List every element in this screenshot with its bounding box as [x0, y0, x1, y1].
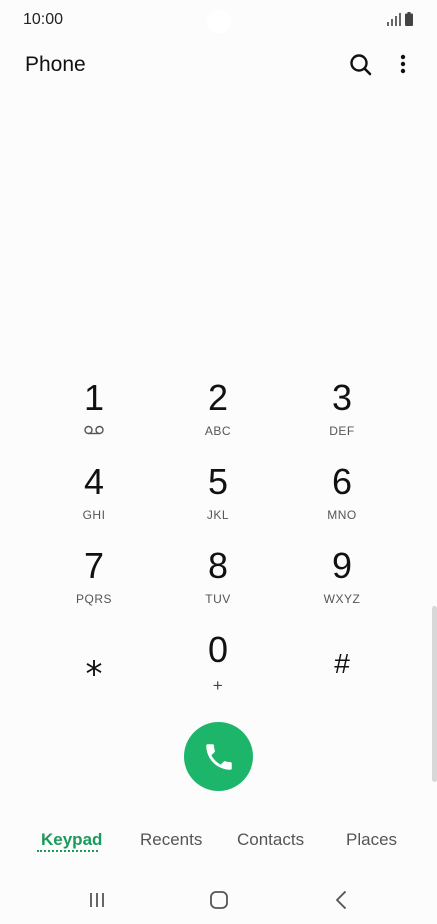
back-icon[interactable] [334, 890, 348, 915]
voicemail-icon [32, 424, 156, 438]
key-digit: 5 [207, 461, 229, 502]
key-letters: GHI [82, 508, 106, 522]
scrollbar[interactable] [432, 606, 437, 782]
key-6[interactable]: 6 MNO [280, 454, 404, 538]
battery-icon [405, 12, 413, 31]
key-0[interactable]: 0 + [156, 622, 280, 706]
status-time: 10:00 [23, 11, 64, 28]
key-digit: ⁎ [85, 645, 103, 683]
status-icons [387, 12, 413, 31]
page-title: Phone [25, 53, 86, 76]
key-letters: DEF [329, 424, 355, 438]
key-digit: 9 [331, 545, 353, 586]
key-digit: 2 [207, 377, 229, 418]
key-digit: # [334, 648, 350, 679]
key-letters: ABC [204, 424, 232, 438]
recent-apps-icon[interactable] [88, 891, 106, 914]
key-7[interactable]: 7 PQRS [32, 538, 156, 622]
key-digit: 1 [83, 377, 105, 418]
key-9[interactable]: 9 WXYZ [280, 538, 404, 622]
tab-active-indicator [37, 850, 98, 852]
status-bar: 10:00 [0, 0, 437, 40]
phone-icon [205, 743, 232, 770]
key-hash[interactable]: # [280, 622, 404, 706]
tab-recents[interactable]: Recents [140, 830, 202, 850]
search-button[interactable] [348, 52, 374, 78]
key-3[interactable]: 3 DEF [280, 370, 404, 454]
key-letters: WXYZ [323, 592, 361, 606]
key-letters: JKL [206, 508, 230, 522]
key-digit: 4 [83, 461, 105, 502]
key-digit: 3 [331, 377, 353, 418]
more-options-button[interactable] [392, 52, 414, 78]
key-letters: MNO [327, 508, 357, 522]
key-digit: 8 [207, 545, 229, 586]
search-icon [350, 54, 372, 76]
bottom-tabs: Keypad Recents Contacts Places [0, 822, 437, 862]
key-letters: + [212, 676, 224, 695]
front-camera-cutout [207, 10, 231, 34]
key-letters: TUV [205, 592, 231, 606]
navigation-bar [0, 880, 437, 924]
tab-keypad[interactable]: Keypad [41, 830, 102, 850]
call-button[interactable] [184, 722, 253, 791]
key-digit: 0 [207, 629, 229, 670]
tab-contacts[interactable]: Contacts [237, 830, 304, 850]
key-digit: 6 [331, 461, 353, 502]
key-2[interactable]: 2 ABC [156, 370, 280, 454]
key-star[interactable]: ⁎ [32, 622, 156, 706]
home-icon[interactable] [209, 890, 229, 915]
signal-icon [387, 13, 401, 31]
key-digit: 7 [83, 545, 105, 586]
tab-places[interactable]: Places [346, 830, 397, 850]
key-4[interactable]: 4 GHI [32, 454, 156, 538]
more-options-icon [400, 54, 406, 74]
key-8[interactable]: 8 TUV [156, 538, 280, 622]
key-letters: PQRS [75, 592, 112, 606]
key-1[interactable]: 1 [32, 370, 156, 454]
key-5[interactable]: 5 JKL [156, 454, 280, 538]
